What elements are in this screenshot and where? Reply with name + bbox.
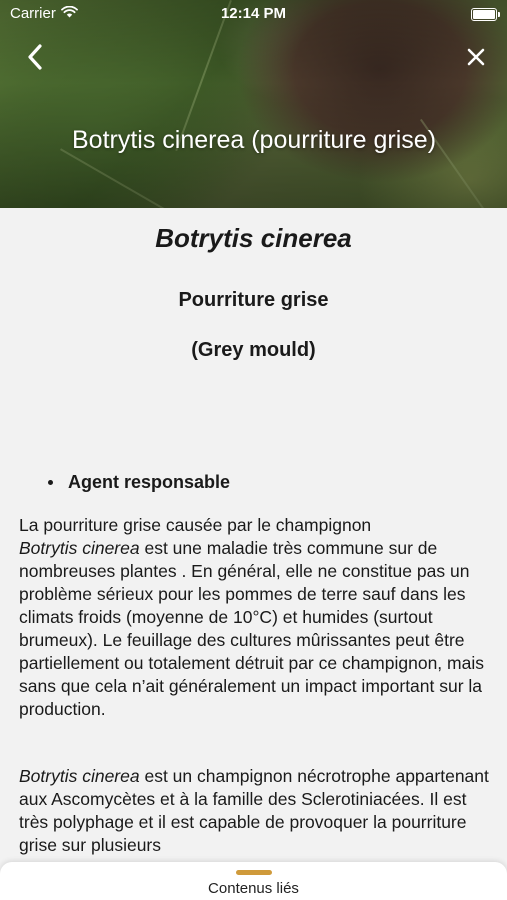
back-button[interactable]: [20, 43, 50, 75]
common-name-english: (Grey mould): [191, 339, 316, 361]
section-heading-text: Agent responsable: [68, 472, 231, 492]
related-content-label[interactable]: Contenus liés: [0, 880, 507, 897]
related-content-sheet[interactable]: Contenus liés: [0, 862, 507, 900]
paragraph: Botrytis cinerea est un champignon nécro…: [19, 765, 491, 857]
chevron-left-icon: [27, 43, 43, 75]
header-image: [0, 0, 507, 208]
sheet-handle[interactable]: [236, 870, 272, 875]
close-button[interactable]: [461, 44, 491, 74]
italic-species-name: Botrytis cinerea: [19, 538, 140, 558]
status-bar: Carrier 12:14 PM: [0, 0, 507, 28]
italic-species-name: Botrytis cinerea: [19, 766, 140, 786]
common-name-french: Pourriture grise: [178, 289, 329, 311]
bullet-icon: [48, 480, 53, 485]
paragraph-text: La pourriture grise causée par le champi…: [19, 515, 372, 535]
battery-icon: [471, 8, 500, 21]
status-time: 12:14 PM: [220, 5, 287, 22]
article-content: Botrytis cinerea Pourriture grise (Grey …: [0, 208, 507, 900]
page-title: Botrytis cinerea (pourriture grise): [72, 126, 437, 154]
paragraph-text: est une maladie très commune sur de nomb…: [19, 538, 484, 719]
section-heading: Agent responsable: [48, 472, 230, 493]
paragraph: La pourriture grise causée par le champi…: [19, 514, 491, 721]
close-icon: [466, 47, 486, 72]
scientific-name: Botrytis cinerea: [155, 223, 352, 253]
